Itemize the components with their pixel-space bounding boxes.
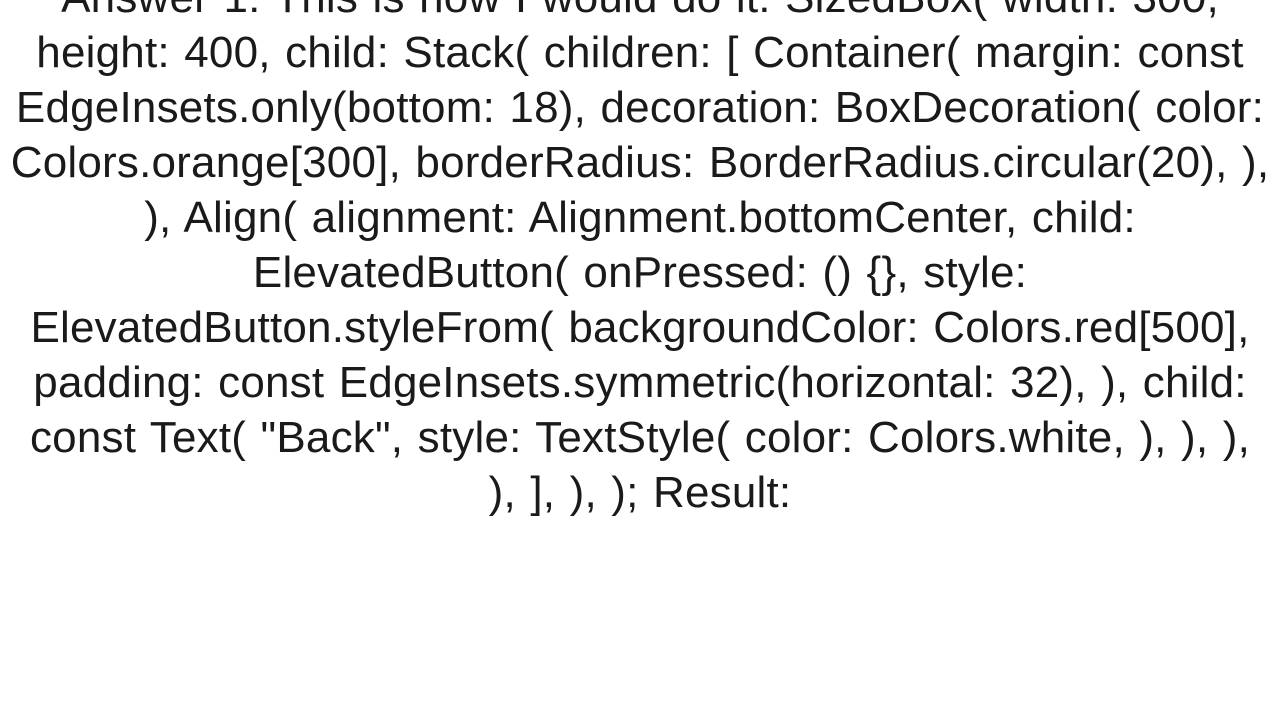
answer-code-text: Answer 1: This is how I would do it: Siz… [0, 0, 1280, 690]
